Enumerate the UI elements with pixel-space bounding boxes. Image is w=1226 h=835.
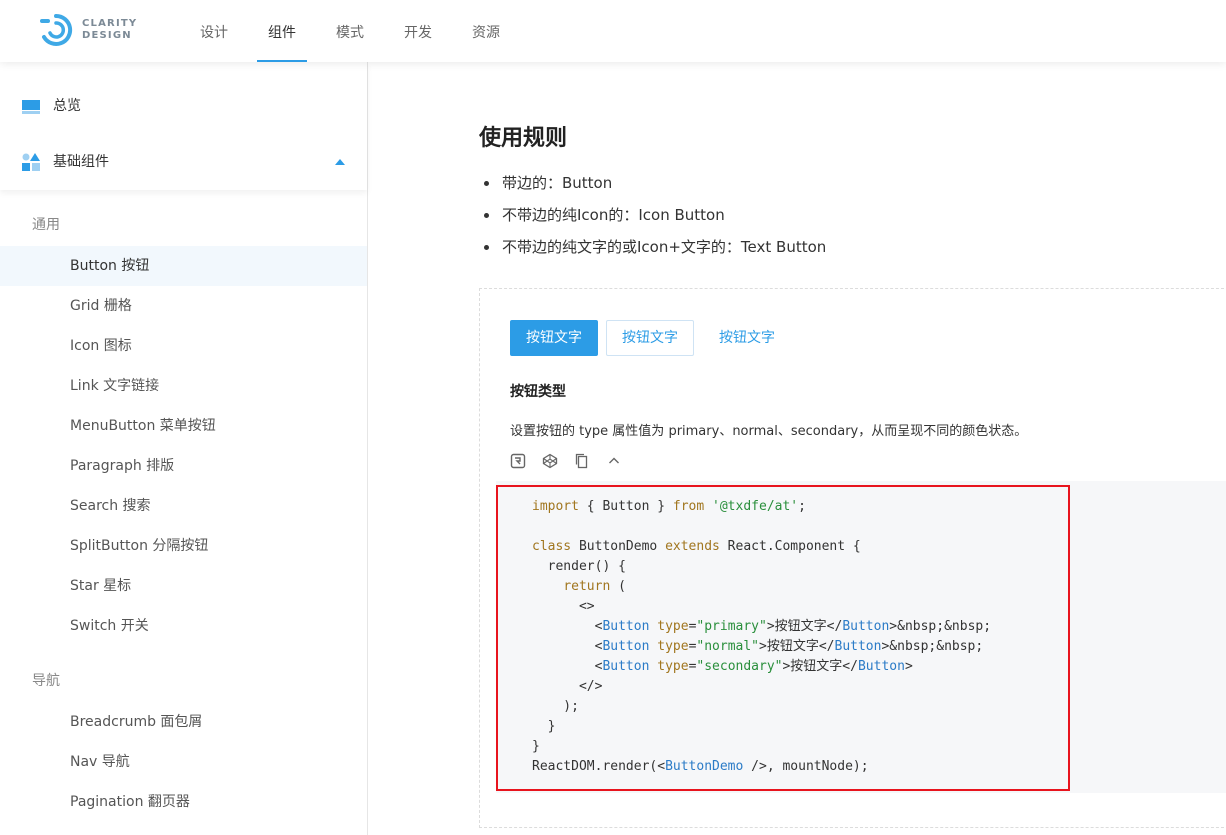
sidebar-item-overview-label: 总览 [53, 98, 81, 114]
sidebar-item-link[interactable]: Link 文字链接 [0, 366, 367, 406]
sidebar-item-paragraph[interactable]: Paragraph 排版 [0, 446, 367, 486]
sidebar-item-button[interactable]: Button 按钮 [0, 246, 367, 286]
usage-rules-list: 带边的：Button 不带边的纯Icon的：Icon Button 不带边的纯文… [484, 172, 826, 268]
sidebar-item-switch[interactable]: Switch 开关 [0, 606, 367, 646]
normal-demo-button[interactable]: 按钮文字 [606, 320, 694, 356]
logo-text: CLARITY DESIGN [82, 18, 137, 42]
sidebar-item-splitbutton[interactable]: SplitButton 分隔按钮 [0, 526, 367, 566]
clarity-design-logo[interactable]: CLARITY DESIGN [38, 13, 138, 49]
topnav-patterns[interactable]: 模式 [316, 0, 384, 62]
code-highlight-annotation [496, 485, 1070, 791]
secondary-demo-button[interactable]: 按钮文字 [702, 320, 792, 356]
logo-line-1: CLARITY [82, 18, 138, 29]
sidebar-item-pagination[interactable]: Pagination 翻页器 [0, 782, 367, 822]
components-icon [22, 153, 40, 171]
sidebar-item-basic-components[interactable]: 基础组件 [0, 140, 367, 184]
codesandbox-icon[interactable] [510, 453, 542, 473]
sidebar-item-search[interactable]: Search 搜索 [0, 486, 367, 526]
demo-title: 按钮类型 [510, 384, 566, 400]
caret-up-icon[interactable] [335, 159, 345, 165]
top-nav-menu: 设计 组件 模式 开发 资源 [180, 0, 520, 62]
logo-line-2: DESIGN [82, 30, 132, 41]
sidebar-item-basic-components-label: 基础组件 [53, 154, 109, 170]
demo-description: 设置按钮的 type 属性值为 primary、normal、secondary… [510, 424, 1028, 439]
topnav-components[interactable]: 组件 [248, 0, 316, 62]
sidebar-item-breadcrumb[interactable]: Breadcrumb 面包屑 [0, 702, 367, 742]
usage-rule-item: 带边的：Button [484, 172, 826, 204]
sidebar-group-title-navigation: 导航 [32, 673, 60, 689]
codepen-icon[interactable] [542, 453, 574, 473]
usage-rule-item: 不带边的纯Icon的：Icon Button [484, 204, 826, 236]
sidebar-group-title-general: 通用 [32, 217, 60, 233]
demo-toolbar [510, 453, 638, 473]
sidebar-item-grid[interactable]: Grid 栅格 [0, 286, 367, 326]
clarity-logo-icon [40, 13, 73, 46]
primary-demo-button[interactable]: 按钮文字 [510, 320, 598, 356]
sidebar-item-menubutton[interactable]: MenuButton 菜单按钮 [0, 406, 367, 446]
sidebar-item-icon[interactable]: Icon 图标 [0, 326, 367, 366]
topnav-develop[interactable]: 开发 [384, 0, 452, 62]
top-navigation-bar: CLARITY DESIGN 设计 组件 模式 开发 资源 [0, 0, 1226, 62]
sidebar-item-nav[interactable]: Nav 导航 [0, 742, 367, 782]
page-heading: 使用规则 [479, 126, 568, 151]
collapse-icon[interactable] [606, 453, 638, 473]
usage-rule-item: 不带边的纯文字的或Icon+文字的：Text Button [484, 236, 826, 268]
copy-icon[interactable] [574, 453, 606, 473]
topnav-resources[interactable]: 资源 [452, 0, 520, 62]
sidebar: 总览 基础组件 通用 Button 按钮 Grid 栅格 Icon 图标 Lin… [0, 62, 368, 835]
topnav-design[interactable]: 设计 [180, 0, 248, 62]
sidebar-header-section: 总览 基础组件 [0, 62, 367, 190]
sidebar-item-overview[interactable]: 总览 [0, 84, 367, 128]
sidebar-item-star[interactable]: Star 星标 [0, 566, 367, 606]
overview-icon [22, 100, 40, 114]
